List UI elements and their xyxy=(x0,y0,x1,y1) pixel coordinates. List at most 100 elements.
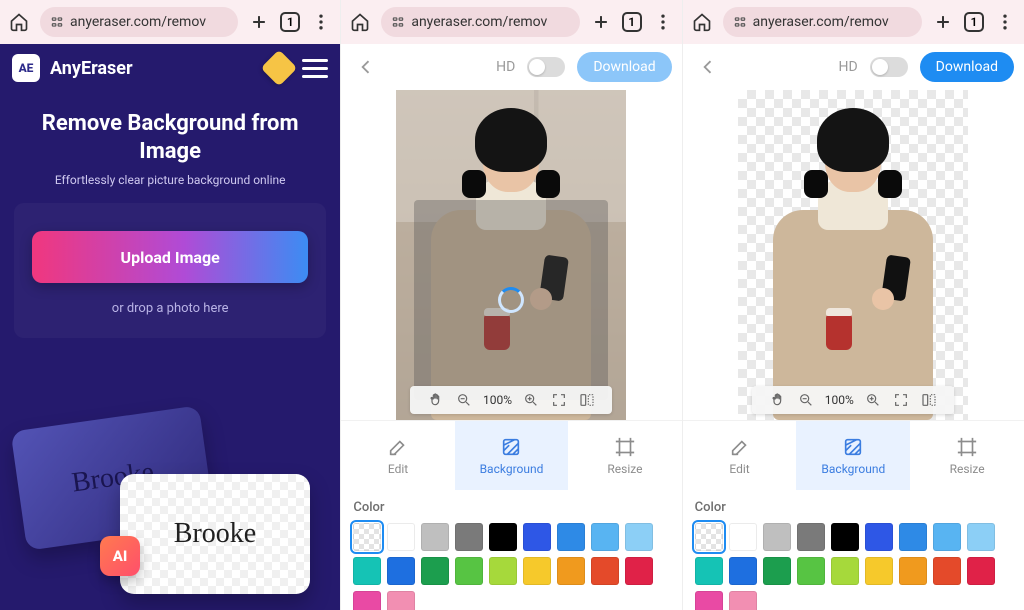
hero-title: Remove Background from Image xyxy=(20,110,320,165)
color-swatch[interactable] xyxy=(625,523,653,551)
url-bar[interactable]: anyeraser.com/remov xyxy=(723,7,922,37)
color-swatch[interactable] xyxy=(591,523,619,551)
color-swatch[interactable] xyxy=(387,557,415,585)
site-settings-icon xyxy=(733,15,747,29)
color-swatch[interactable] xyxy=(353,557,381,585)
new-tab-icon[interactable] xyxy=(590,11,612,33)
color-swatch[interactable] xyxy=(695,557,723,585)
tool-background[interactable]: Background xyxy=(796,421,910,490)
color-swatch[interactable] xyxy=(387,591,415,610)
new-tab-icon[interactable] xyxy=(248,11,270,33)
browser-chrome: anyeraser.com/remov 1 xyxy=(341,0,681,44)
fullscreen-icon[interactable] xyxy=(892,391,910,409)
color-swatch[interactable] xyxy=(387,523,415,551)
landing-page: AE AnyEraser Remove Background from Imag… xyxy=(0,44,340,610)
color-swatch[interactable] xyxy=(421,523,449,551)
color-swatch[interactable] xyxy=(899,523,927,551)
color-swatch[interactable] xyxy=(523,557,551,585)
overflow-menu-icon[interactable] xyxy=(994,11,1016,33)
tool-resize[interactable]: Resize xyxy=(910,421,1024,490)
home-icon[interactable] xyxy=(691,11,713,33)
overflow-menu-icon[interactable] xyxy=(652,11,674,33)
compare-icon[interactable] xyxy=(578,391,596,409)
color-swatch[interactable] xyxy=(729,523,757,551)
canvas[interactable]: 100% xyxy=(396,90,626,420)
color-swatch[interactable] xyxy=(591,557,619,585)
back-button[interactable] xyxy=(351,52,381,82)
color-swatch[interactable] xyxy=(557,557,585,585)
hd-toggle[interactable] xyxy=(870,57,908,77)
color-swatch[interactable] xyxy=(865,557,893,585)
compare-icon[interactable] xyxy=(920,391,938,409)
hero: Remove Background from Image Effortlessl… xyxy=(0,92,340,197)
resize-icon xyxy=(956,436,978,458)
color-swatch[interactable] xyxy=(523,523,551,551)
home-icon[interactable] xyxy=(8,11,30,33)
tab-count[interactable]: 1 xyxy=(622,12,642,32)
color-swatch[interactable] xyxy=(899,557,927,585)
premium-badge-icon[interactable] xyxy=(261,50,298,87)
tool-edit[interactable]: Edit xyxy=(341,421,454,490)
tool-edit[interactable]: Edit xyxy=(683,421,797,490)
tool-background[interactable]: Background xyxy=(455,421,568,490)
editor: HD Download xyxy=(341,44,681,610)
pan-icon[interactable] xyxy=(427,391,445,409)
tab-count[interactable]: 1 xyxy=(964,12,984,32)
color-swatch[interactable] xyxy=(353,523,381,551)
upload-button[interactable]: Upload Image xyxy=(32,231,308,283)
color-swatch[interactable] xyxy=(695,523,723,551)
color-swatch[interactable] xyxy=(729,591,757,610)
color-swatch[interactable] xyxy=(729,557,757,585)
color-heading: Color xyxy=(695,500,1012,515)
color-swatch[interactable] xyxy=(797,523,825,551)
canvas[interactable]: 100% xyxy=(738,90,968,420)
zoom-out-icon[interactable] xyxy=(797,391,815,409)
color-swatch[interactable] xyxy=(831,557,859,585)
tool-edit-label: Edit xyxy=(729,462,749,476)
color-swatch[interactable] xyxy=(557,523,585,551)
tool-resize[interactable]: Resize xyxy=(568,421,681,490)
color-swatch[interactable] xyxy=(455,557,483,585)
zoom-in-icon[interactable] xyxy=(864,391,882,409)
color-swatch[interactable] xyxy=(967,557,995,585)
color-swatch[interactable] xyxy=(763,557,791,585)
hamburger-menu-icon[interactable] xyxy=(302,59,328,78)
url-bar[interactable]: anyeraser.com/remov xyxy=(381,7,579,37)
new-tab-icon[interactable] xyxy=(932,11,954,33)
home-icon[interactable] xyxy=(349,11,371,33)
tab-count[interactable]: 1 xyxy=(280,12,300,32)
back-button[interactable] xyxy=(693,52,723,82)
site-settings-icon xyxy=(391,15,405,29)
pan-icon[interactable] xyxy=(769,391,787,409)
hd-toggle[interactable] xyxy=(527,57,565,77)
color-swatch[interactable] xyxy=(933,557,961,585)
color-section: Color xyxy=(341,490,681,610)
resize-icon xyxy=(614,436,636,458)
color-swatch[interactable] xyxy=(967,523,995,551)
zoom-out-icon[interactable] xyxy=(455,391,473,409)
upload-box[interactable]: Upload Image or drop a photo here xyxy=(14,203,326,338)
chevron-left-icon xyxy=(356,57,376,77)
color-swatch[interactable] xyxy=(797,557,825,585)
overflow-menu-icon[interactable] xyxy=(310,11,332,33)
color-swatch[interactable] xyxy=(933,523,961,551)
color-swatch[interactable] xyxy=(455,523,483,551)
color-swatch[interactable] xyxy=(421,557,449,585)
download-button[interactable]: Download xyxy=(920,52,1014,82)
browser-chrome: anyeraser.com/remov 1 xyxy=(0,0,340,44)
color-swatch[interactable] xyxy=(763,523,791,551)
color-swatch[interactable] xyxy=(489,523,517,551)
download-button[interactable]: Download xyxy=(577,52,671,82)
color-swatch[interactable] xyxy=(831,523,859,551)
drop-hint: or drop a photo here xyxy=(32,301,308,316)
zoom-in-icon[interactable] xyxy=(522,391,540,409)
url-bar[interactable]: anyeraser.com/remov xyxy=(40,7,238,37)
headphone-left-icon xyxy=(804,170,828,198)
color-swatch[interactable] xyxy=(489,557,517,585)
color-swatch[interactable] xyxy=(695,591,723,610)
fullscreen-icon[interactable] xyxy=(550,391,568,409)
color-swatch[interactable] xyxy=(625,557,653,585)
color-swatch[interactable] xyxy=(865,523,893,551)
color-swatch[interactable] xyxy=(353,591,381,610)
tool-resize-label: Resize xyxy=(607,462,642,476)
